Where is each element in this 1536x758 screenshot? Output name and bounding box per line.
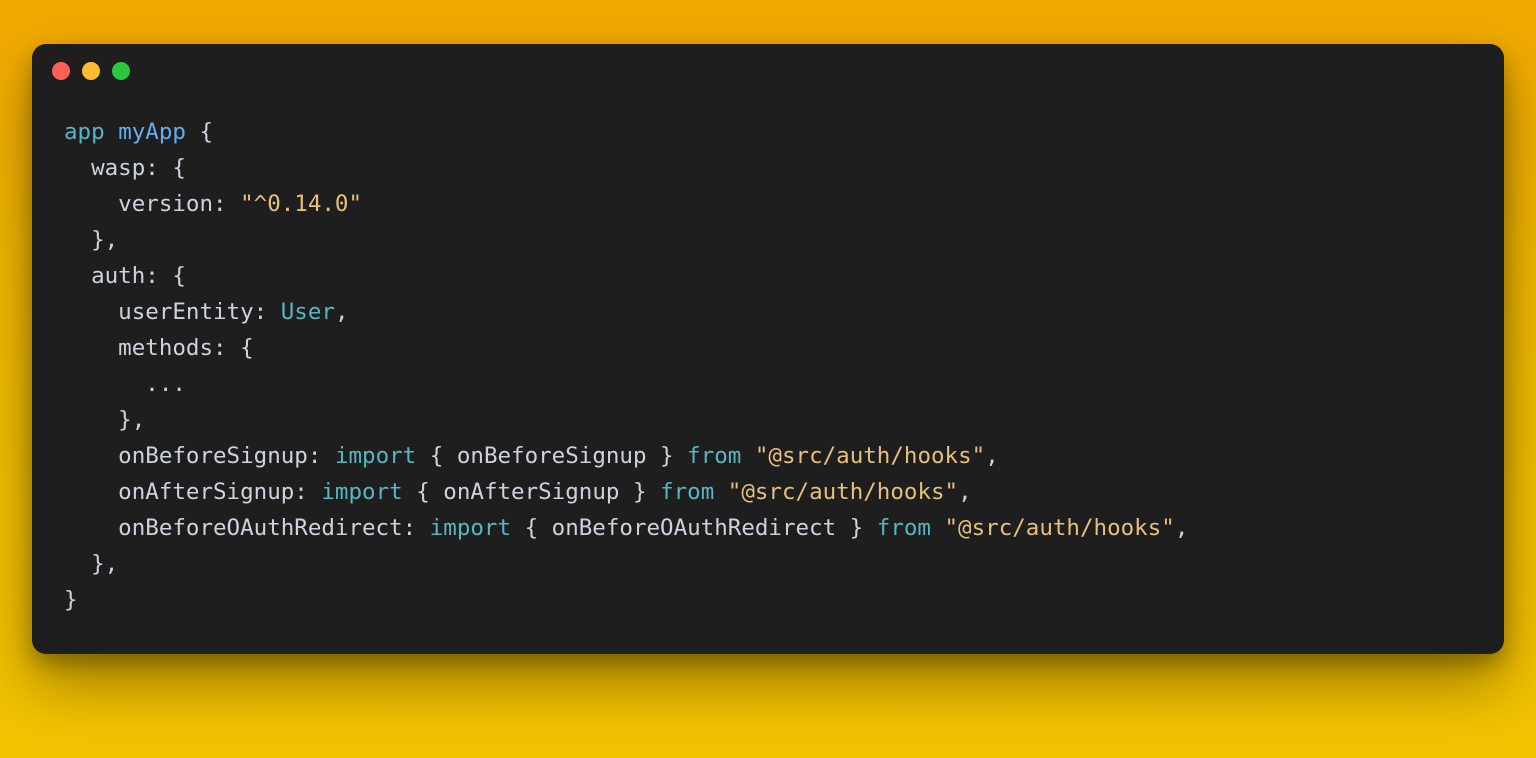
code-token: User <box>281 299 335 325</box>
code-token: , <box>1175 515 1189 541</box>
code-token: userEntity <box>64 299 254 325</box>
code-token <box>105 119 119 145</box>
code-token: from <box>660 479 714 505</box>
code-token: }, <box>64 407 145 433</box>
code-token: : <box>308 443 335 469</box>
code-token: methods <box>64 335 213 361</box>
code-token <box>741 443 755 469</box>
window-titlebar <box>32 44 1504 98</box>
code-token: import <box>321 479 402 505</box>
code-token: import <box>335 443 416 469</box>
code-token: { <box>186 119 213 145</box>
code-token: from <box>877 515 931 541</box>
code-token: wasp <box>64 155 145 181</box>
code-token: version <box>64 191 213 217</box>
code-token: "@src/auth/hooks" <box>728 479 958 505</box>
code-token: : { <box>145 155 186 181</box>
code-token <box>931 515 945 541</box>
code-token: from <box>687 443 741 469</box>
code-block: app myApp { wasp: { version: "^0.14.0" }… <box>32 98 1504 618</box>
code-token: auth <box>64 263 145 289</box>
zoom-icon[interactable] <box>112 62 130 80</box>
code-token: import <box>430 515 511 541</box>
minimize-icon[interactable] <box>82 62 100 80</box>
code-token: : { <box>213 335 254 361</box>
code-token: , <box>958 479 972 505</box>
code-token: { onBeforeSignup } <box>416 443 687 469</box>
code-token: : { <box>145 263 186 289</box>
code-token: { onAfterSignup } <box>403 479 660 505</box>
code-token: , <box>335 299 349 325</box>
code-token: , <box>985 443 999 469</box>
code-token: "^0.14.0" <box>240 191 362 217</box>
code-token: "@src/auth/hooks" <box>945 515 1175 541</box>
code-token: }, <box>64 227 118 253</box>
code-token: { onBeforeOAuthRedirect } <box>511 515 877 541</box>
code-token: "@src/auth/hooks" <box>755 443 985 469</box>
close-icon[interactable] <box>52 62 70 80</box>
code-token: }, <box>64 551 118 577</box>
code-window: app myApp { wasp: { version: "^0.14.0" }… <box>32 44 1504 654</box>
code-token: : <box>294 479 321 505</box>
code-token: onBeforeSignup <box>64 443 308 469</box>
code-token: onAfterSignup <box>64 479 294 505</box>
code-token: : <box>403 515 430 541</box>
code-token: ... <box>64 371 186 397</box>
code-token: app <box>64 119 105 145</box>
code-token: onBeforeOAuthRedirect <box>64 515 403 541</box>
code-token <box>714 479 728 505</box>
code-token: : <box>213 191 240 217</box>
code-token: : <box>254 299 281 325</box>
code-token: myApp <box>118 119 186 145</box>
code-token: } <box>64 587 78 613</box>
